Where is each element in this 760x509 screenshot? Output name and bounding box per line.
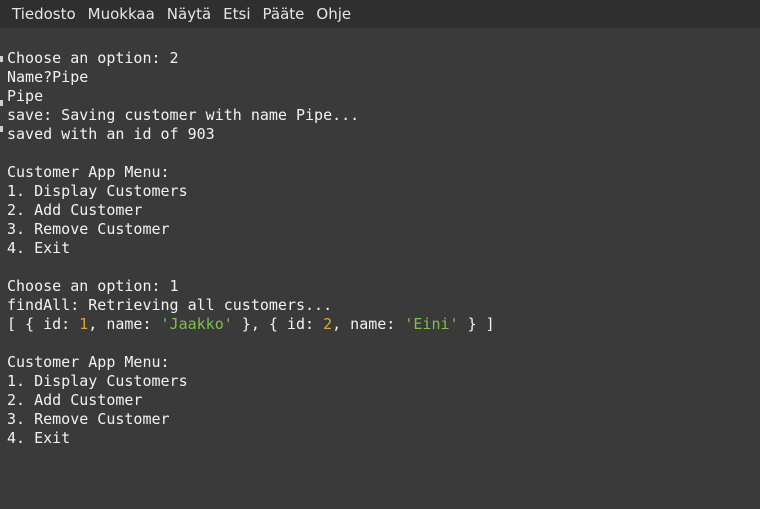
result-text: , name: (332, 315, 405, 333)
terminal-line: Pipe (7, 87, 44, 105)
result-id-value: 1 (79, 315, 89, 333)
terminal-line: save: Saving customer with name Pipe... (7, 106, 360, 124)
menu-nayta[interactable]: Näytä (167, 5, 211, 23)
terminal-line: 3. Remove Customer (7, 220, 170, 238)
window-edge-marker (0, 56, 3, 509)
terminal-line: 4. Exit (7, 429, 71, 447)
terminal-line: 3. Remove Customer (7, 410, 170, 428)
menu-ohje[interactable]: Ohje (316, 5, 351, 23)
terminal-line: 1. Display Customers (7, 372, 188, 390)
result-text: , name: (88, 315, 161, 333)
result-id-value: 2 (323, 315, 333, 333)
menu-etsi[interactable]: Etsi (223, 5, 250, 23)
terminal-line: 2. Add Customer (7, 391, 143, 409)
menu-tiedosto[interactable]: Tiedosto (12, 5, 76, 23)
result-text: [ { id: (7, 315, 80, 333)
result-text: }, { id: (232, 315, 324, 333)
customer-result-line: [ { id: 1, name: 'Jaakko' }, { id: 2, na… (7, 315, 495, 334)
result-name-value: 'Jaakko' (160, 315, 233, 333)
terminal-line: 4. Exit (7, 239, 71, 257)
menu-paate[interactable]: Pääte (263, 5, 305, 23)
menu-muokkaa[interactable]: Muokkaa (88, 5, 155, 23)
terminal-line: Name?Pipe (7, 68, 89, 86)
terminal-line: 1. Display Customers (7, 182, 188, 200)
terminal-line: saved with an id of 903 (7, 125, 215, 143)
terminal-line: findAll: Retrieving all customers... (7, 296, 333, 314)
result-name-value: 'Eini' (404, 315, 459, 333)
terminal-line: Customer App Menu: (7, 353, 170, 371)
result-text: } ] (458, 315, 495, 333)
terminal-output[interactable]: Choose an option: 2 Name?Pipe Pipe save:… (0, 28, 760, 453)
terminal-line: Choose an option: 1 (7, 277, 179, 295)
menu-bar: Tiedosto Muokkaa Näytä Etsi Pääte Ohje (0, 0, 760, 28)
terminal-line: 2. Add Customer (7, 201, 143, 219)
terminal-line: Choose an option: 2 (7, 49, 179, 67)
terminal-line: Customer App Menu: (7, 163, 170, 181)
